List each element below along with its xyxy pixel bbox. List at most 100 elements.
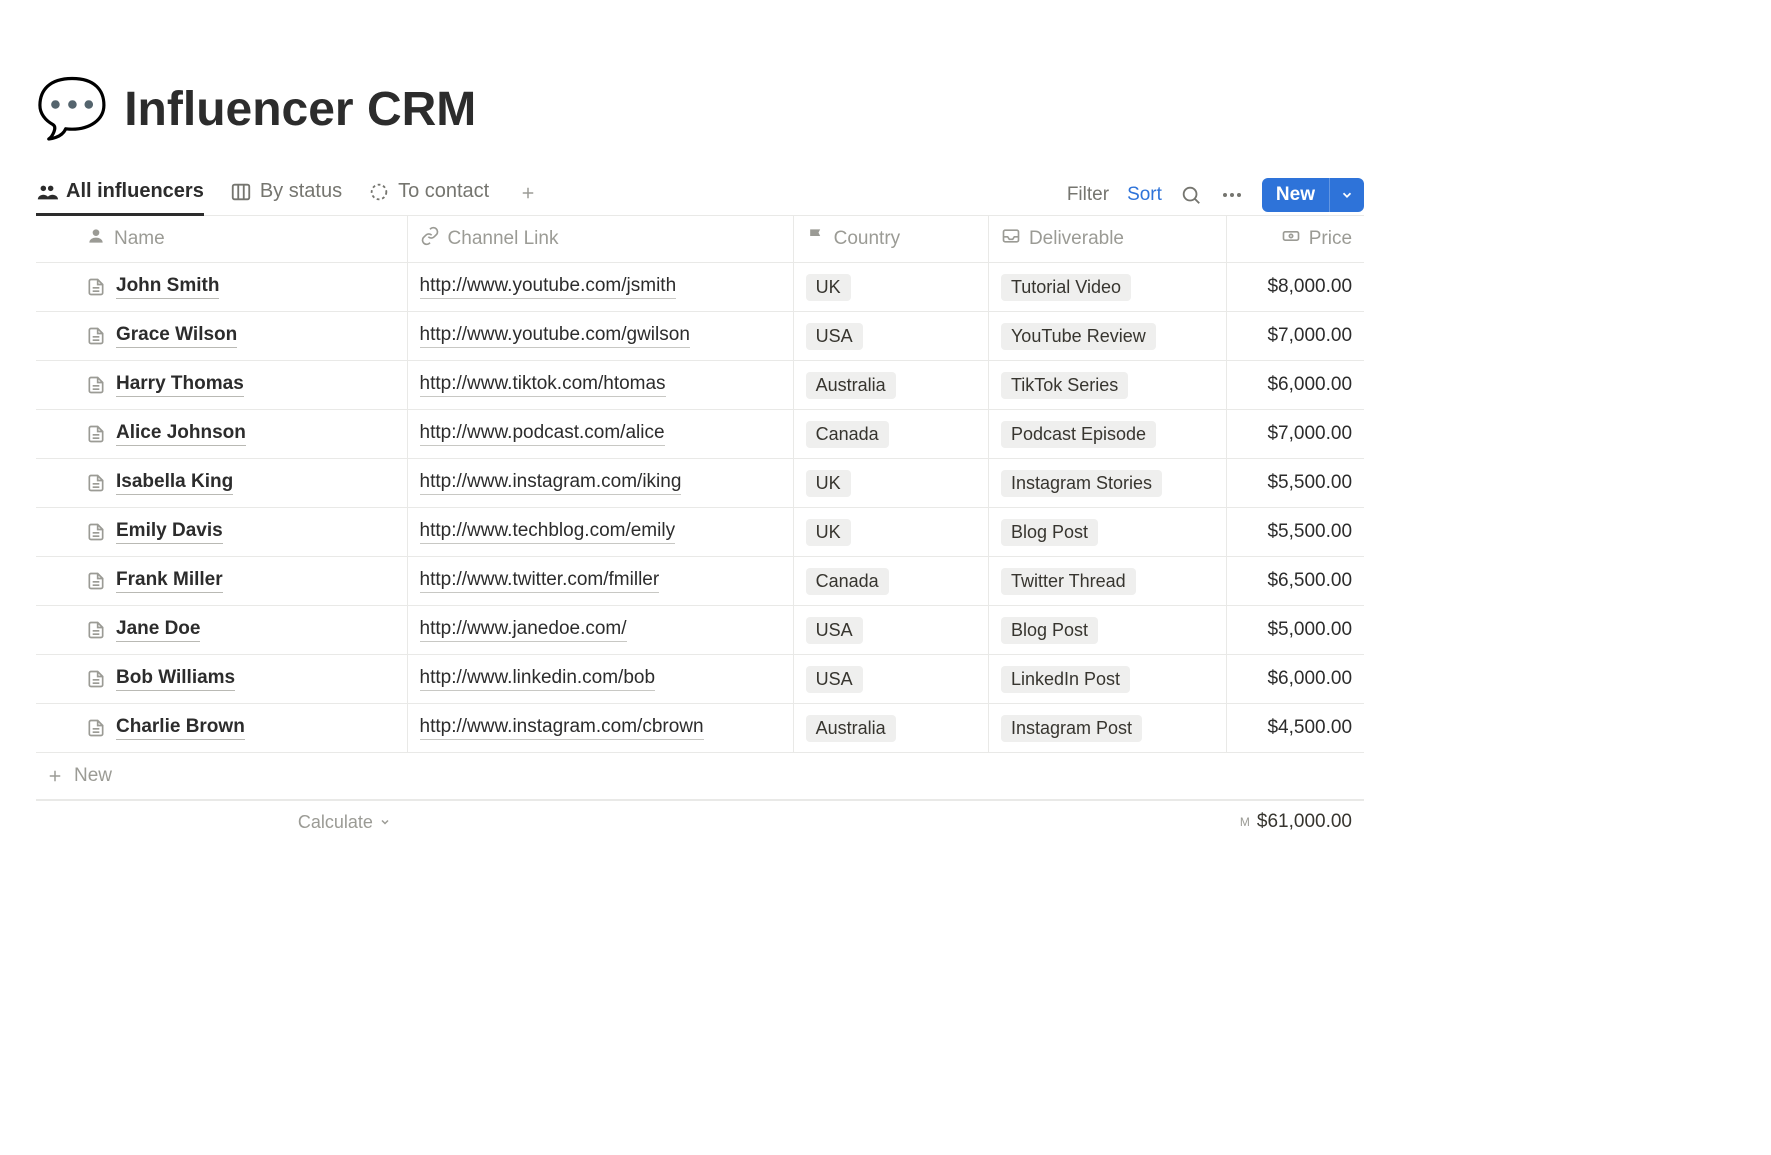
cell-country[interactable]: USA — [794, 606, 989, 654]
page-icon — [86, 326, 106, 346]
cell-channel-link[interactable]: http://www.instagram.com/iking — [408, 459, 794, 507]
table-row[interactable]: Charlie Brown http://www.instagram.com/cb… — [36, 704, 1364, 753]
name-text: Alice Johnson — [116, 422, 246, 446]
cell-price[interactable]: $5,500.00 — [1227, 459, 1364, 507]
price-sum[interactable]: M $61,000.00 — [1227, 801, 1364, 843]
calculate-menu[interactable]: Calculate — [36, 801, 407, 843]
cell-price[interactable]: $6,000.00 — [1227, 655, 1364, 703]
deliverable-tag: LinkedIn Post — [1001, 666, 1130, 693]
column-header-country[interactable]: Country — [794, 216, 989, 262]
cell-country[interactable]: UK — [794, 263, 989, 311]
cell-country[interactable]: UK — [794, 459, 989, 507]
page-title[interactable]: Influencer CRM — [124, 82, 476, 137]
sort-button[interactable]: Sort — [1127, 184, 1162, 206]
cell-deliverable[interactable]: Instagram Post — [989, 704, 1227, 752]
table-row[interactable]: John Smith http://www.youtube.com/jsmithU… — [36, 263, 1364, 312]
cell-deliverable[interactable]: YouTube Review — [989, 312, 1227, 360]
cell-deliverable[interactable]: LinkedIn Post — [989, 655, 1227, 703]
cell-price[interactable]: $8,000.00 — [1227, 263, 1364, 311]
table-row[interactable]: Jane Doehttp://www.janedoe.com/USABlog P… — [36, 606, 1364, 655]
filter-button[interactable]: Filter — [1067, 184, 1109, 206]
cell-channel-link[interactable]: http://www.podcast.com/alice — [408, 410, 794, 458]
new-row-label: New — [74, 765, 112, 787]
page-icon[interactable]: 💬 — [36, 80, 108, 138]
tab-all-influencers[interactable]: All influencers — [36, 174, 204, 216]
tab-label: To contact — [398, 180, 489, 203]
cell-deliverable[interactable]: Tutorial Video — [989, 263, 1227, 311]
cell-name[interactable]: Emily Davis — [36, 508, 408, 556]
page-icon — [86, 718, 106, 738]
name-text: John Smith — [116, 275, 219, 299]
new-row-button[interactable]: New — [36, 753, 1364, 800]
cell-name[interactable]: Grace Wilson — [36, 312, 408, 360]
cell-country[interactable]: USA — [794, 312, 989, 360]
table-row[interactable]: Frank Millerhttp://www.twitter.com/fmill… — [36, 557, 1364, 606]
cell-country[interactable]: UK — [794, 508, 989, 556]
table-row[interactable]: Alice Johnson http://www.podcast.com/alic… — [36, 410, 1364, 459]
cell-channel-link[interactable]: http://www.youtube.com/jsmith — [408, 263, 794, 311]
cell-price[interactable]: $7,000.00 — [1227, 410, 1364, 458]
cell-name[interactable]: Jane Doe — [36, 606, 408, 654]
column-header-channel-link[interactable]: Channel Link — [408, 216, 794, 262]
table-row[interactable]: Bob Williamshttp://www.linkedin.com/bobU… — [36, 655, 1364, 704]
cell-deliverable[interactable]: TikTok Series — [989, 361, 1227, 409]
tab-by-status[interactable]: By status — [230, 174, 342, 216]
chevron-down-icon — [379, 816, 391, 828]
cell-channel-link[interactable]: http://www.techblog.com/emily — [408, 508, 794, 556]
tab-to-contact[interactable]: To contact — [368, 174, 489, 216]
add-view-button[interactable] — [515, 178, 541, 212]
cell-deliverable[interactable]: Twitter Thread — [989, 557, 1227, 605]
column-header-deliverable[interactable]: Deliverable — [989, 216, 1227, 262]
table-row[interactable]: Emily Davishttp://www.techblog.com/emily… — [36, 508, 1364, 557]
cell-channel-link[interactable]: http://www.instagram.com/cbrown — [408, 704, 794, 752]
person-icon — [86, 226, 106, 252]
cell-deliverable[interactable]: Blog Post — [989, 606, 1227, 654]
table-row[interactable]: Harry Thomashttp://www.tiktok.com/htomas… — [36, 361, 1364, 410]
new-button-chevron[interactable] — [1329, 178, 1364, 212]
cell-price[interactable]: $5,500.00 — [1227, 508, 1364, 556]
country-tag: Australia — [806, 715, 896, 742]
link-text: http://www.instagram.com/cbrown — [420, 716, 704, 740]
cell-country[interactable]: Canada — [794, 410, 989, 458]
cell-price[interactable]: $4,500.00 — [1227, 704, 1364, 752]
inbox-icon — [1001, 226, 1021, 252]
price-text: $7,000.00 — [1267, 325, 1352, 347]
cell-country[interactable]: Canada — [794, 557, 989, 605]
cell-price[interactable]: $7,000.00 — [1227, 312, 1364, 360]
cell-price[interactable]: $6,000.00 — [1227, 361, 1364, 409]
cell-country[interactable]: Australia — [794, 361, 989, 409]
cell-name[interactable]: Frank Miller — [36, 557, 408, 605]
page-icon — [86, 620, 106, 640]
cell-name[interactable]: Alice Johnson — [36, 410, 408, 458]
cell-name[interactable]: Harry Thomas — [36, 361, 408, 409]
more-icon[interactable] — [1220, 183, 1244, 207]
cell-name[interactable]: Bob Williams — [36, 655, 408, 703]
cell-channel-link[interactable]: http://www.tiktok.com/htomas — [408, 361, 794, 409]
cell-name[interactable]: John Smith — [36, 263, 408, 311]
cell-channel-link[interactable]: http://www.janedoe.com/ — [408, 606, 794, 654]
table-row[interactable]: Grace Wilson http://www.youtube.com/gwils… — [36, 312, 1364, 361]
cell-deliverable[interactable]: Podcast Episode — [989, 410, 1227, 458]
cell-name[interactable]: Isabella King — [36, 459, 408, 507]
cell-country[interactable]: Australia — [794, 704, 989, 752]
table: Name Channel Link Country Deliverable Pr… — [36, 216, 1364, 843]
cell-channel-link[interactable]: http://www.youtube.com/gwilson — [408, 312, 794, 360]
cell-channel-link[interactable]: http://www.linkedin.com/bob — [408, 655, 794, 703]
cell-country[interactable]: USA — [794, 655, 989, 703]
deliverable-tag: Instagram Stories — [1001, 470, 1162, 497]
column-header-name[interactable]: Name — [36, 216, 408, 262]
cell-deliverable[interactable]: Instagram Stories — [989, 459, 1227, 507]
cell-deliverable[interactable]: Blog Post — [989, 508, 1227, 556]
people-icon — [36, 181, 58, 203]
cell-channel-link[interactable]: http://www.twitter.com/fmiller — [408, 557, 794, 605]
cell-price[interactable]: $5,000.00 — [1227, 606, 1364, 654]
cell-price[interactable]: $6,500.00 — [1227, 557, 1364, 605]
cell-name[interactable]: Charlie Brown — [36, 704, 408, 752]
column-header-price[interactable]: Price — [1227, 216, 1364, 262]
country-tag: Australia — [806, 372, 896, 399]
link-text: http://www.youtube.com/gwilson — [420, 324, 690, 348]
new-button[interactable]: New — [1262, 178, 1329, 212]
search-icon[interactable] — [1180, 184, 1202, 206]
table-row[interactable]: Isabella Kinghttp://www.instagram.com/ik… — [36, 459, 1364, 508]
price-text: $8,000.00 — [1267, 276, 1352, 298]
